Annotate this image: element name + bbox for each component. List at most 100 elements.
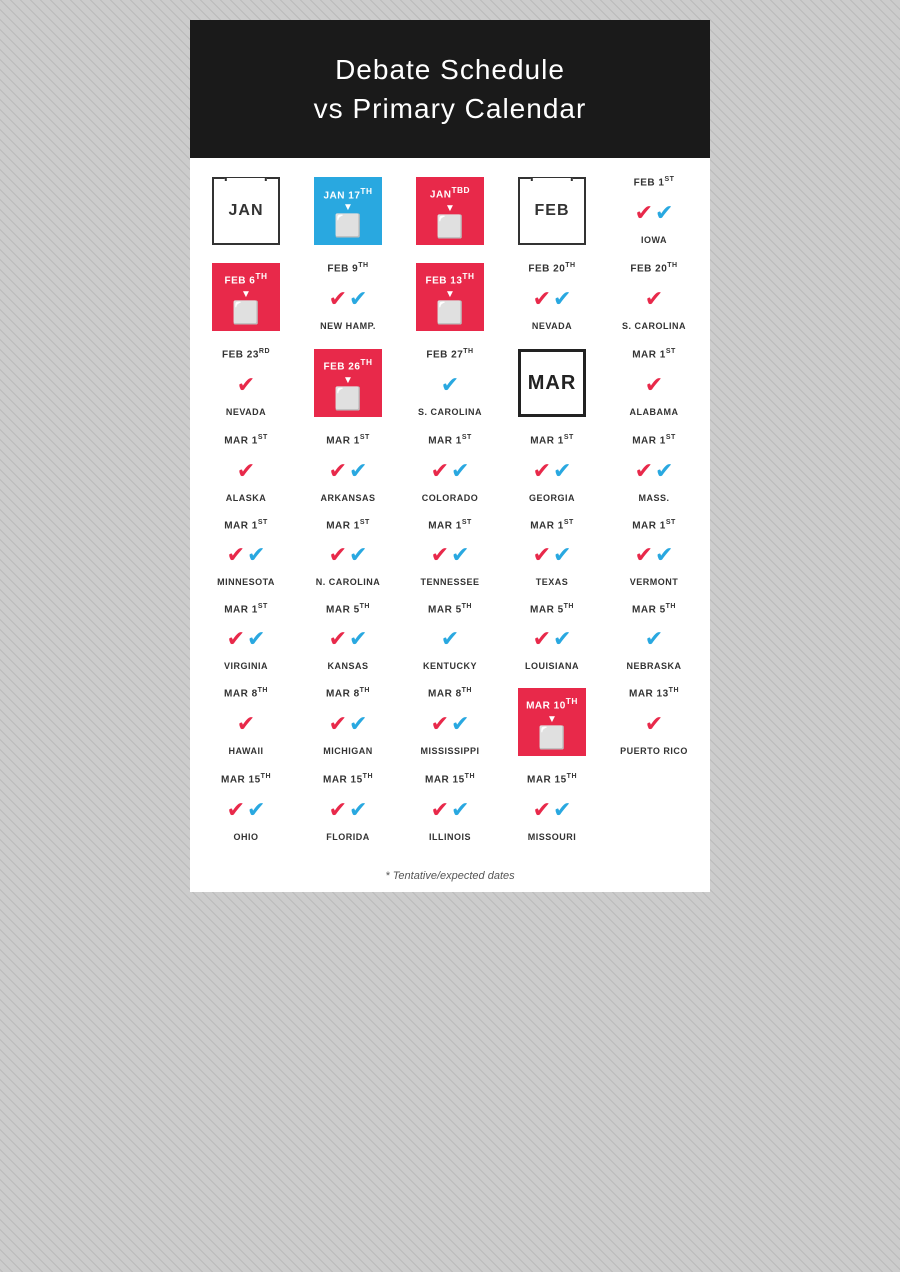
checks: ✔✔ bbox=[431, 706, 470, 742]
cell-r0-c3: FEB bbox=[501, 168, 603, 254]
cell-r5-c2: MAR 5TH ✔ KENTUCKY bbox=[399, 595, 501, 679]
checkmark: ✔ bbox=[645, 713, 663, 735]
checkmark: ✔ bbox=[227, 628, 245, 650]
date-label: MAR 1ST bbox=[224, 434, 268, 446]
cal-date: JANTBD bbox=[430, 185, 470, 200]
checkmark: ✔ bbox=[451, 799, 469, 821]
state-label: LOUISIANA bbox=[525, 661, 579, 671]
cell-r6-c0: MAR 8TH ✔ HAWAII bbox=[195, 679, 297, 765]
checkmark: ✔ bbox=[441, 374, 459, 396]
checkmark: ✔ bbox=[635, 544, 653, 566]
date-label: MAR 15TH bbox=[323, 773, 373, 785]
checkmark: ✔ bbox=[329, 544, 347, 566]
date-label: MAR 8TH bbox=[326, 687, 370, 699]
cal-month: JAN bbox=[228, 202, 263, 220]
checkmark: ✔ bbox=[237, 713, 255, 735]
arrow-down: ▼ bbox=[343, 375, 353, 386]
checks: ✔ bbox=[441, 367, 459, 403]
checks: ✔✔ bbox=[431, 537, 470, 573]
date-label: MAR 5TH bbox=[326, 603, 370, 615]
checkmark: ✔ bbox=[635, 202, 653, 224]
date-label: MAR 1ST bbox=[530, 519, 574, 531]
cal-month: MAR bbox=[528, 372, 577, 395]
cell-r7-c3: MAR 15TH ✔✔ MISSOURI bbox=[501, 765, 603, 849]
checks: ✔✔ bbox=[329, 537, 368, 573]
date-label: MAR 1ST bbox=[530, 434, 574, 446]
checkmark: ✔ bbox=[645, 374, 663, 396]
cell-r4-c4: MAR 1ST ✔✔ VERMONT bbox=[603, 511, 705, 595]
date-label: MAR 8TH bbox=[224, 687, 268, 699]
checks: ✔✔ bbox=[635, 195, 674, 231]
cal-date: FEB 26TH bbox=[323, 357, 372, 372]
cell-r3-c0: MAR 1ST ✔ ALASKA bbox=[195, 426, 297, 510]
tv-screen: ⬜ bbox=[436, 216, 463, 238]
checks: ✔✔ bbox=[533, 792, 572, 828]
checkmark: ✔ bbox=[329, 288, 347, 310]
checks: ✔ bbox=[645, 621, 663, 657]
date-label: MAR 15TH bbox=[221, 773, 271, 785]
state-label: COLORADO bbox=[422, 493, 479, 503]
checkmark: ✔ bbox=[431, 713, 449, 735]
checkmark: ✔ bbox=[349, 799, 367, 821]
date-label: FEB 20TH bbox=[528, 262, 575, 274]
cell-r3-c3: MAR 1ST ✔✔ GEORGIA bbox=[501, 426, 603, 510]
title: Debate Schedule vs Primary Calendar bbox=[210, 50, 690, 128]
tv-screen: ⬜ bbox=[538, 727, 565, 749]
date-label: MAR 5TH bbox=[530, 603, 574, 615]
date-label: MAR 1ST bbox=[326, 519, 370, 531]
checks: ✔ bbox=[441, 621, 459, 657]
cell-r1-c3: FEB 20TH ✔✔ NEVADA bbox=[501, 254, 603, 340]
cell-r0-c2: JANTBD ▼ ⬜ bbox=[399, 168, 501, 254]
checks: ✔✔ bbox=[329, 281, 368, 317]
state-label: OHIO bbox=[233, 832, 258, 842]
checks: ✔ bbox=[237, 453, 255, 489]
state-label: PUERTO RICO bbox=[620, 746, 688, 756]
state-label: TENNESSEE bbox=[420, 577, 479, 587]
cell-r3-c2: MAR 1ST ✔✔ COLORADO bbox=[399, 426, 501, 510]
date-label: MAR 1ST bbox=[632, 348, 676, 360]
checks: ✔✔ bbox=[635, 537, 674, 573]
checkmark: ✔ bbox=[349, 288, 367, 310]
cal-date: FEB 6TH bbox=[225, 271, 268, 286]
checks: ✔✔ bbox=[227, 537, 266, 573]
checks: ✔✔ bbox=[329, 792, 368, 828]
date-label: MAR 1ST bbox=[632, 434, 676, 446]
state-label: FLORIDA bbox=[326, 832, 370, 842]
checkmark: ✔ bbox=[655, 544, 673, 566]
cell-r6-c2: MAR 8TH ✔✔ MISSISSIPPI bbox=[399, 679, 501, 765]
checkmark: ✔ bbox=[329, 799, 347, 821]
checkmark: ✔ bbox=[227, 544, 245, 566]
arrow-down: ▼ bbox=[445, 289, 455, 300]
date-label: FEB 20TH bbox=[630, 262, 677, 274]
state-label: NEVADA bbox=[532, 321, 572, 331]
date-label: MAR 15TH bbox=[527, 773, 577, 785]
cell-r1-c4: FEB 20TH ✔ S. CAROLINA bbox=[603, 254, 705, 340]
checks: ✔ bbox=[645, 367, 663, 403]
checkmark: ✔ bbox=[431, 544, 449, 566]
date-label: MAR 1ST bbox=[326, 434, 370, 446]
cal-date: JAN 17TH bbox=[323, 186, 372, 201]
cell-r4-c1: MAR 1ST ✔✔ N. CAROLINA bbox=[297, 511, 399, 595]
state-label: N. CAROLINA bbox=[316, 577, 381, 587]
checkmark: ✔ bbox=[247, 544, 265, 566]
state-label: KENTUCKY bbox=[423, 661, 477, 671]
state-label: HAWAII bbox=[228, 746, 263, 756]
cell-r5-c0: MAR 1ST ✔✔ VIRGINIA bbox=[195, 595, 297, 679]
date-label: FEB 23RD bbox=[222, 348, 270, 360]
state-label: GEORGIA bbox=[529, 493, 575, 503]
state-label: TEXAS bbox=[536, 577, 569, 587]
checkmark: ✔ bbox=[451, 460, 469, 482]
cell-r7-c4 bbox=[603, 765, 705, 849]
state-label: NEVADA bbox=[226, 407, 266, 417]
state-label: NEBRASKA bbox=[626, 661, 681, 671]
state-label: NEW HAMP. bbox=[320, 321, 376, 331]
checkmark: ✔ bbox=[349, 713, 367, 735]
checks: ✔ bbox=[645, 706, 663, 742]
cell-r6-c1: MAR 8TH ✔✔ MICHIGAN bbox=[297, 679, 399, 765]
checkmark: ✔ bbox=[329, 460, 347, 482]
cell-r1-c2: FEB 13TH ▼ ⬜ bbox=[399, 254, 501, 340]
checkmark: ✔ bbox=[533, 628, 551, 650]
checkmark: ✔ bbox=[349, 544, 367, 566]
checks: ✔ bbox=[237, 706, 255, 742]
tv-screen: ⬜ bbox=[232, 302, 259, 324]
